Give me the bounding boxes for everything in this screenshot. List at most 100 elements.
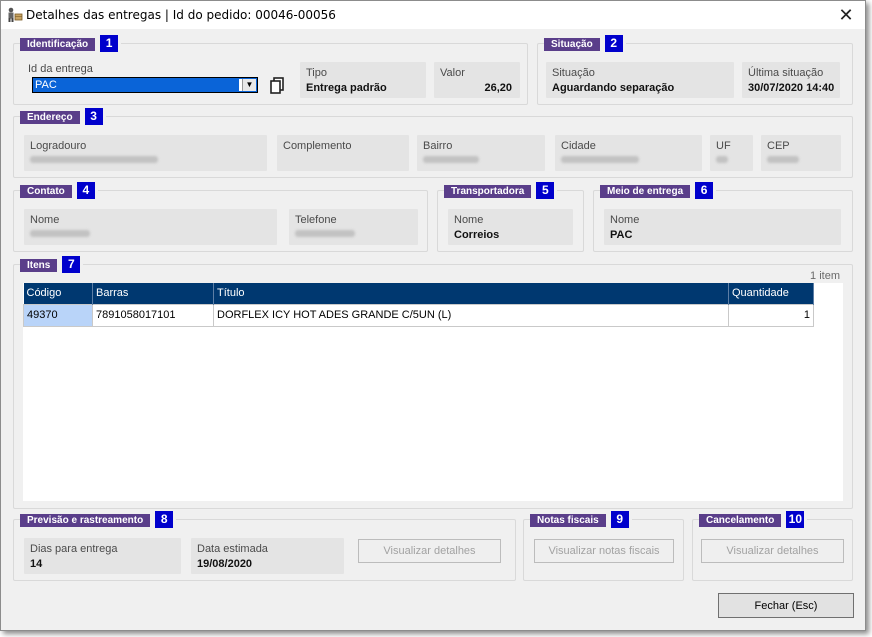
group-label-cancelamento: Cancelamento	[699, 513, 782, 527]
cidade-field: Cidade	[555, 135, 702, 171]
cep-redacted	[767, 156, 799, 163]
items-grid[interactable]: Código Barras Título Quantidade 49370 78…	[23, 283, 843, 501]
previsao-details-button[interactable]: Visualizar detalhes	[358, 539, 501, 563]
group-number-6: 6	[695, 181, 714, 199]
table-header-row: Código Barras Título Quantidade	[23, 283, 814, 304]
logradouro-label: Logradouro	[30, 140, 87, 152]
group-label-meio-entrega: Meio de entrega	[600, 184, 691, 198]
close-button[interactable]: Fechar (Esc)	[718, 593, 854, 618]
transportadora-nome-label: Nome	[454, 214, 484, 226]
contato-nome-redacted	[30, 230, 90, 237]
situacao-field: Situação Aguardando separação	[546, 62, 734, 98]
cell-codigo[interactable]: 49370	[23, 303, 93, 327]
group-previsao: Previsão e rastreamento 8 Dias para entr…	[13, 510, 516, 581]
group-label-endereco: Endereço	[20, 110, 80, 124]
complemento-label: Complemento	[283, 140, 352, 152]
cep-field: CEP	[761, 135, 841, 171]
contato-nome-field: Nome	[24, 209, 277, 245]
data-estimada-label: Data estimada	[197, 543, 268, 555]
group-number-1: 1	[100, 34, 119, 52]
column-header-codigo[interactable]: Código	[23, 283, 93, 304]
group-identificacao: Identificação 1 Id da entrega PAC ▼ Tipo…	[13, 34, 528, 105]
valor-field: Valor 26,20	[434, 62, 520, 98]
group-label-situacao: Situação	[544, 37, 600, 51]
group-number-3: 3	[84, 107, 103, 125]
group-number-8: 8	[155, 510, 174, 528]
group-notas-fiscais: Notas fiscais 9 Visualizar notas fiscais	[523, 510, 684, 581]
complemento-field: Complemento	[277, 135, 409, 171]
group-endereco: Endereço 3 Logradouro Complemento Bairro…	[13, 107, 853, 178]
logradouro-field: Logradouro	[24, 135, 267, 171]
id-entrega-select[interactable]: PAC ▼	[32, 77, 258, 93]
dias-entrega-field: Dias para entrega 14	[24, 538, 181, 574]
items-count: 1 item	[810, 270, 840, 282]
table-row[interactable]: 49370 7891058017101 DORFLEX ICY HOT ADES…	[23, 303, 814, 327]
transportadora-nome-value: Correios	[454, 229, 500, 241]
group-number-2: 2	[604, 34, 623, 52]
column-header-quantidade[interactable]: Quantidade	[728, 283, 814, 304]
title-bar: Detalhes das entregas | Id do pedido: 00…	[1, 1, 865, 29]
group-itens: Itens 7 1 item Código Barras Título Quan…	[13, 255, 853, 509]
copy-icon[interactable]	[269, 77, 285, 94]
group-number-7: 7	[62, 255, 81, 273]
group-label-itens: Itens	[20, 258, 58, 272]
tipo-field: Tipo Entrega padrão	[300, 62, 426, 98]
close-icon[interactable]: ✕	[833, 5, 859, 25]
transportadora-nome-field: Nome Correios	[448, 209, 573, 245]
data-estimada-value: 19/08/2020	[197, 558, 253, 570]
contato-nome-label: Nome	[30, 214, 60, 226]
dias-entrega-value: 14	[30, 558, 43, 570]
situacao-label: Situação	[552, 67, 595, 79]
group-label-transportadora: Transportadora	[444, 184, 532, 198]
cep-label: CEP	[767, 140, 790, 152]
group-situacao: Situação 2 Situação Aguardando separação…	[537, 34, 853, 105]
cidade-label: Cidade	[561, 140, 596, 152]
ultima-situacao-value: 30/07/2020 14:40	[748, 82, 835, 94]
telefone-field: Telefone	[289, 209, 418, 245]
group-label-notas-fiscais: Notas fiscais	[530, 513, 606, 527]
valor-label: Valor	[440, 67, 465, 79]
situacao-value: Aguardando separação	[552, 82, 675, 94]
group-label-identificacao: Identificação	[20, 37, 96, 51]
uf-redacted	[716, 156, 728, 163]
cell-quantidade[interactable]: 1	[728, 303, 814, 327]
bairro-field: Bairro	[417, 135, 545, 171]
valor-value: 26,20	[484, 82, 512, 94]
column-header-titulo[interactable]: Título	[213, 283, 729, 304]
window-title: Detalhes das entregas | Id do pedido: 00…	[26, 8, 336, 22]
meio-nome-label: Nome	[610, 214, 640, 226]
cancelamento-details-button[interactable]: Visualizar detalhes	[701, 539, 844, 563]
notas-fiscais-button[interactable]: Visualizar notas fiscais	[534, 539, 674, 563]
ultima-situacao-label: Última situação	[748, 67, 824, 79]
group-contato: Contato 4 Nome Telefone	[13, 181, 428, 252]
ultima-situacao-field: Última situação 30/07/2020 14:40	[742, 62, 840, 98]
group-label-contato: Contato	[20, 184, 72, 198]
telefone-redacted	[295, 230, 355, 237]
group-cancelamento: Cancelamento 10 Visualizar detalhes	[692, 510, 853, 581]
bairro-redacted	[423, 156, 479, 163]
column-header-barras[interactable]: Barras	[92, 283, 214, 304]
meio-nome-field: Nome PAC	[604, 209, 841, 245]
items-table: Código Barras Título Quantidade 49370 78…	[23, 283, 814, 327]
tipo-value: Entrega padrão	[306, 82, 387, 94]
group-number-9: 9	[610, 510, 629, 528]
cell-titulo[interactable]: DORFLEX ICY HOT ADES GRANDE C/5UN (L)	[213, 303, 729, 327]
logradouro-redacted	[30, 156, 158, 163]
chevron-down-icon[interactable]: ▼	[242, 79, 256, 91]
delivery-person-icon	[8, 7, 23, 22]
group-meio-entrega: Meio de entrega 6 Nome PAC	[593, 181, 853, 252]
meio-nome-value: PAC	[610, 229, 633, 241]
cidade-redacted	[561, 156, 639, 163]
data-estimada-field: Data estimada 19/08/2020	[191, 538, 344, 574]
delivery-details-window: Detalhes das entregas | Id do pedido: 00…	[0, 0, 866, 631]
group-label-previsao: Previsão e rastreamento	[20, 513, 151, 527]
bairro-label: Bairro	[423, 140, 453, 152]
group-number-10: 10	[786, 510, 805, 528]
id-entrega-selected-value: PAC	[34, 79, 239, 91]
telefone-label: Telefone	[295, 214, 337, 226]
group-number-5: 5	[536, 181, 555, 199]
dias-entrega-label: Dias para entrega	[30, 543, 118, 555]
group-number-4: 4	[76, 181, 95, 199]
cell-barras[interactable]: 7891058017101	[92, 303, 214, 327]
group-transportadora: Transportadora 5 Nome Correios	[437, 181, 584, 252]
